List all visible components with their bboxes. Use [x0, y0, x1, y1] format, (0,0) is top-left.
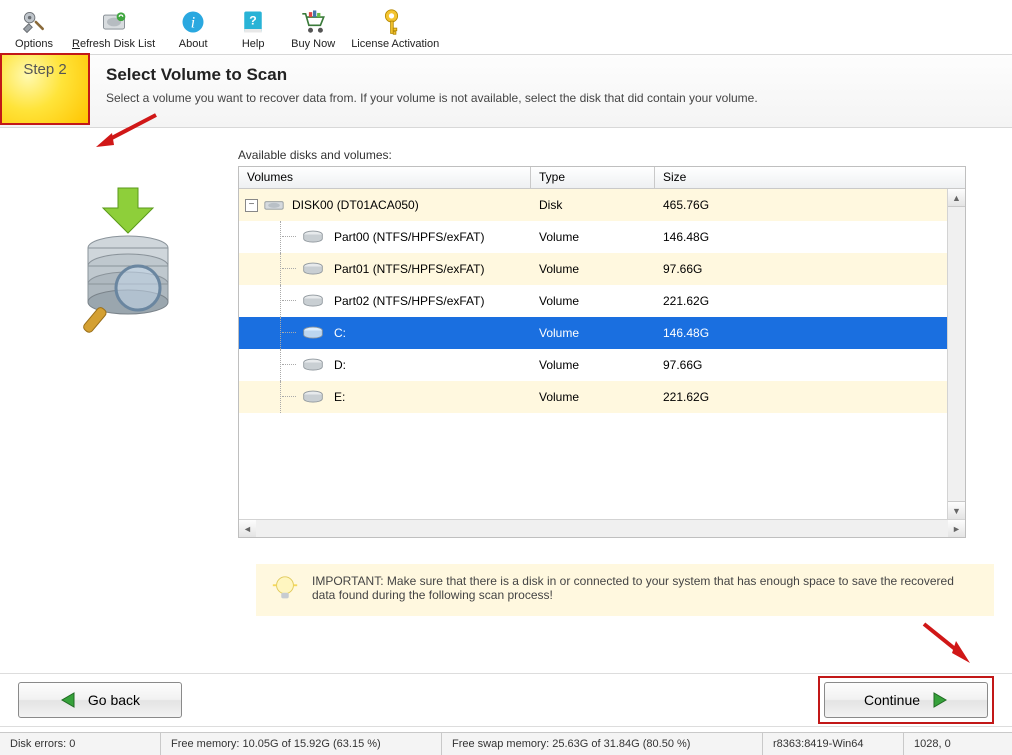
status-build: r8363:8419-Win64 [763, 733, 904, 755]
page-title: Select Volume to Scan [106, 65, 758, 85]
table-row[interactable]: Part00 (NTFS/HPFS/exFAT) Volume146.48G [239, 221, 965, 253]
step-label: Step 2 [23, 61, 66, 78]
col-head-volumes[interactable]: Volumes [239, 167, 531, 188]
annotation-arrow-icon [916, 619, 976, 669]
grid-header: Volumes Type Size [239, 167, 965, 189]
arrow-right-icon [930, 691, 948, 709]
volume-icon [302, 230, 324, 244]
scroll-right-icon[interactable]: ► [948, 520, 965, 537]
annotation-arrow-icon [92, 111, 162, 151]
gear-wrench-icon [20, 8, 48, 36]
main-area: Available disks and volumes: Volumes Typ… [0, 128, 1012, 538]
status-free-swap: Free swap memory: 25.63G of 31.84G (80.5… [442, 733, 763, 755]
available-label: Available disks and volumes: [238, 148, 994, 162]
help-button[interactable]: ? Help [225, 6, 281, 52]
row-size: 97.66G [655, 358, 965, 372]
table-row[interactable]: C: Volume146.48G [239, 317, 965, 349]
info-icon: i [179, 8, 207, 36]
row-type: Volume [531, 358, 655, 372]
scan-volume-icon [68, 178, 188, 338]
goback-button[interactable]: Go back [18, 682, 182, 718]
table-row[interactable]: − DISK00 (DT01ACA050) Disk465.76G [239, 189, 965, 221]
options-button[interactable]: Options [6, 6, 62, 52]
important-note: IMPORTANT: Make sure that there is a dis… [256, 564, 994, 616]
toolbar: Options Refresh Disk List i About ? [0, 0, 1012, 54]
svg-text:i: i [191, 14, 195, 31]
volume-icon [302, 358, 324, 372]
row-name: D: [334, 358, 346, 372]
cart-icon [299, 8, 327, 36]
about-label: About [179, 38, 208, 50]
continue-label: Continue [864, 692, 920, 708]
volume-icon [302, 326, 324, 340]
col-head-type[interactable]: Type [531, 167, 655, 188]
volume-icon [302, 294, 324, 308]
scroll-up-icon[interactable]: ▲ [948, 189, 965, 207]
volume-icon [302, 262, 324, 276]
row-type: Volume [531, 262, 655, 276]
status-free-memory: Free memory: 10.05G of 15.92G (63.15 %) [161, 733, 442, 755]
note-text: IMPORTANT: Make sure that there is a dis… [312, 574, 980, 602]
row-type: Volume [531, 390, 655, 404]
tree-collapse-icon[interactable]: − [245, 199, 258, 212]
status-disk-errors: Disk errors: 0 [0, 733, 161, 755]
license-label: License Activation [351, 38, 439, 50]
step-tile: Step 2 [0, 53, 90, 125]
arrow-left-icon [60, 691, 78, 709]
refresh-button[interactable]: Refresh Disk List [66, 6, 161, 52]
row-size: 465.76G [655, 198, 965, 212]
annotation-highlight: Continue [818, 676, 994, 724]
row-name: DISK00 (DT01ACA050) [292, 198, 419, 212]
continue-button[interactable]: Continue [824, 682, 988, 718]
scroll-track-h[interactable] [256, 520, 948, 537]
table-row[interactable]: D: Volume97.66G [239, 349, 965, 381]
buy-label: Buy Now [291, 38, 335, 50]
about-button[interactable]: i About [165, 6, 221, 52]
wizard-buttons: Go back Continue [0, 673, 1012, 727]
grid-body: − DISK00 (DT01ACA050) Disk465.76G Part00 … [239, 189, 965, 519]
row-type: Volume [531, 326, 655, 340]
col-head-size[interactable]: Size [655, 167, 965, 188]
wizard-art [18, 148, 238, 538]
scrollbar-vertical[interactable]: ▲ ▼ [947, 189, 965, 519]
drive-refresh-icon [100, 8, 128, 36]
svg-text:?: ? [249, 14, 256, 28]
row-size: 97.66G [655, 262, 965, 276]
key-icon [381, 8, 409, 36]
row-name: C: [334, 326, 346, 340]
row-type: Disk [531, 198, 655, 212]
refresh-label: Refresh Disk List [72, 38, 155, 50]
row-name: E: [334, 390, 345, 404]
wizard-header: Step 2 Select Volume to Scan Select a vo… [0, 54, 1012, 128]
hdd-icon [264, 199, 284, 211]
table-row[interactable]: E: Volume221.62G [239, 381, 965, 413]
table-row[interactable]: Part01 (NTFS/HPFS/exFAT) Volume97.66G [239, 253, 965, 285]
scroll-track[interactable] [948, 207, 965, 501]
row-size: 221.62G [655, 390, 965, 404]
row-type: Volume [531, 230, 655, 244]
row-type: Volume [531, 294, 655, 308]
status-coords: 1028, 0 [904, 733, 1012, 755]
volume-icon [302, 390, 324, 404]
scroll-down-icon[interactable]: ▼ [948, 501, 965, 519]
help-book-icon: ? [239, 8, 267, 36]
row-name: Part01 (NTFS/HPFS/exFAT) [334, 262, 484, 276]
page-subtitle: Select a volume you want to recover data… [106, 91, 758, 105]
row-size: 146.48G [655, 326, 965, 340]
status-bar: Disk errors: 0 Free memory: 10.05G of 15… [0, 732, 1012, 755]
scrollbar-horizontal[interactable]: ◄ ► [239, 519, 965, 537]
scroll-left-icon[interactable]: ◄ [239, 520, 256, 537]
row-name: Part02 (NTFS/HPFS/exFAT) [334, 294, 484, 308]
buy-button[interactable]: Buy Now [285, 6, 341, 52]
table-row[interactable]: Part02 (NTFS/HPFS/exFAT) Volume221.62G [239, 285, 965, 317]
options-label: Options [15, 38, 53, 50]
volume-grid: Volumes Type Size − DISK00 (DT01ACA050) D… [238, 166, 966, 538]
license-button[interactable]: License Activation [345, 6, 445, 52]
goback-label: Go back [88, 692, 140, 708]
lightbulb-icon [270, 574, 300, 604]
row-size: 221.62G [655, 294, 965, 308]
help-label: Help [242, 38, 265, 50]
row-name: Part00 (NTFS/HPFS/exFAT) [334, 230, 484, 244]
row-size: 146.48G [655, 230, 965, 244]
